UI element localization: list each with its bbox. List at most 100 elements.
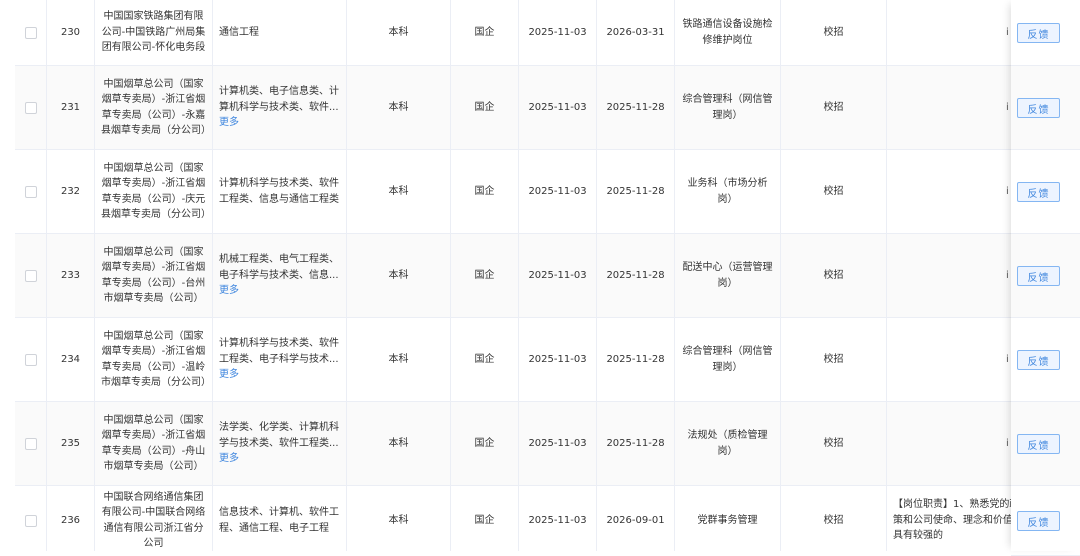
cell-checkbox bbox=[15, 486, 47, 551]
cell-education: 本科 bbox=[347, 402, 451, 485]
index-text: 230 bbox=[60, 26, 81, 38]
feedback-button[interactable]: 反馈 bbox=[1017, 98, 1060, 118]
cell-company: 中国联合网络通信集团有限公司-中国联合网络通信有限公司浙江省分公司 bbox=[95, 486, 213, 551]
table-row: 234 中国烟草总公司（国家烟草专卖局）-浙江省烟草专卖局（公司）-温岭市烟草专卖… bbox=[15, 318, 1080, 402]
cell-checkbox bbox=[15, 234, 47, 317]
major-more-link[interactable]: 更多 bbox=[219, 285, 239, 296]
cell-company-type: 国企 bbox=[451, 402, 519, 485]
position-text: 配送中心（运营管理岗） bbox=[682, 262, 773, 289]
action-cell: 反馈 bbox=[1011, 402, 1080, 486]
cell-deadline: 2025-11-28 bbox=[597, 402, 675, 485]
cell-major: 通信工程 bbox=[213, 0, 347, 65]
row-select-checkbox[interactable] bbox=[24, 185, 37, 198]
cell-major: 计算机类、电子信息类、计算机科学与技术类、软件... 更多 bbox=[213, 66, 347, 149]
cell-education: 本科 bbox=[347, 486, 451, 551]
cell-company-type: 国企 bbox=[451, 0, 519, 65]
cell-position: 综合管理科（网信管理岗） bbox=[675, 318, 781, 401]
major-more-link[interactable]: 更多 bbox=[219, 369, 239, 380]
company-type-text: 国企 bbox=[474, 26, 495, 38]
truncated-cell-edge: i bbox=[1006, 27, 1009, 38]
deadline-text: 2025-11-28 bbox=[606, 185, 665, 197]
action-cell: 反馈 bbox=[1011, 318, 1080, 402]
cell-deadline: 2026-09-01 bbox=[597, 486, 675, 551]
major-more-link[interactable]: 更多 bbox=[219, 117, 239, 128]
cell-publish-date: 2025-11-03 bbox=[519, 66, 597, 149]
company-text: 中国国家铁路集团有限公司-中国铁路广州局集团有限公司-怀化电务段 bbox=[101, 11, 206, 54]
education-text: 本科 bbox=[388, 185, 409, 197]
education-text: 本科 bbox=[388, 269, 409, 281]
cell-position: 配送中心（运营管理岗） bbox=[675, 234, 781, 317]
truncated-cell-edge: i bbox=[1006, 102, 1009, 113]
cell-index: 236 bbox=[47, 486, 95, 551]
feedback-button[interactable]: 反馈 bbox=[1017, 434, 1060, 454]
deadline-text: 2026-09-01 bbox=[606, 514, 665, 526]
row-select-checkbox[interactable] bbox=[24, 353, 37, 366]
major-text: 计算机科学与技术类、软件工程类、电子科学与技术... bbox=[219, 338, 339, 365]
position-text: 党群事务管理 bbox=[697, 514, 758, 526]
position-text: 综合管理科（网信管理岗） bbox=[682, 94, 773, 121]
action-cell: 反馈 bbox=[1011, 0, 1080, 66]
company-text: 中国烟草总公司（国家烟草专卖局）-浙江省烟草专卖局（公司）-温岭市烟草专卖局（分… bbox=[101, 330, 211, 389]
index-text: 234 bbox=[60, 353, 81, 365]
cell-major: 计算机科学与技术类、软件工程类、信息与通信工程类 bbox=[213, 150, 347, 233]
cell-recruit-type: 校招 bbox=[781, 402, 887, 485]
company-text: 中国联合网络通信集团有限公司-中国联合网络通信有限公司浙江省分公司 bbox=[101, 491, 206, 550]
cell-company: 中国烟草总公司（国家烟草专卖局）-浙江省烟草专卖局（公司）-温岭市烟草专卖局（分… bbox=[95, 318, 213, 401]
cell-education: 本科 bbox=[347, 66, 451, 149]
position-text: 法规处（质检管理岗） bbox=[687, 430, 768, 457]
cell-recruit-type: 校招 bbox=[781, 0, 887, 65]
cell-deadline: 2025-11-28 bbox=[597, 66, 675, 149]
job-table: 230 中国国家铁路集团有限公司-中国铁路广州局集团有限公司-怀化电务段 通信工程本… bbox=[0, 0, 1080, 551]
feedback-button[interactable]: 反馈 bbox=[1017, 23, 1060, 43]
company-text: 中国烟草总公司（国家烟草专卖局）-浙江省烟草专卖局（公司）-台州市烟草专卖局（公… bbox=[101, 246, 206, 305]
row-select-checkbox[interactable] bbox=[24, 269, 37, 282]
cell-company-type: 国企 bbox=[451, 486, 519, 551]
row-select-checkbox[interactable] bbox=[24, 101, 37, 114]
row-select-checkbox[interactable] bbox=[24, 514, 37, 527]
cell-position: 综合管理科（网信管理岗） bbox=[675, 66, 781, 149]
cell-checkbox bbox=[15, 318, 47, 401]
cell-index: 234 bbox=[47, 318, 95, 401]
major-more-link[interactable]: 更多 bbox=[219, 453, 239, 464]
index-text: 232 bbox=[60, 185, 81, 197]
recruit-type-text: 校招 bbox=[823, 101, 844, 113]
feedback-button[interactable]: 反馈 bbox=[1017, 266, 1060, 286]
truncated-cell-edge: i bbox=[1006, 186, 1009, 197]
cell-index: 230 bbox=[47, 0, 95, 65]
cell-education: 本科 bbox=[347, 0, 451, 65]
cell-checkbox bbox=[15, 66, 47, 149]
major-text: 计算机类、电子信息类、计算机科学与技术类、软件... bbox=[219, 86, 339, 113]
row-select-checkbox[interactable] bbox=[24, 26, 37, 39]
publish-date-text: 2025-11-03 bbox=[528, 353, 587, 365]
row-select-checkbox[interactable] bbox=[24, 437, 37, 450]
cell-publish-date: 2025-11-03 bbox=[519, 318, 597, 401]
publish-date-text: 2025-11-03 bbox=[528, 437, 587, 449]
deadline-text: 2025-11-28 bbox=[606, 101, 665, 113]
cell-position: 铁路通信设备设施检修维护岗位 bbox=[675, 0, 781, 65]
cell-recruit-type: 校招 bbox=[781, 318, 887, 401]
deadline-text: 2025-11-28 bbox=[606, 353, 665, 365]
index-text: 235 bbox=[60, 437, 81, 449]
action-cell: 反馈 bbox=[1011, 234, 1080, 318]
cell-deadline: 2025-11-28 bbox=[597, 318, 675, 401]
table-row: 230 中国国家铁路集团有限公司-中国铁路广州局集团有限公司-怀化电务段 通信工程 本… bbox=[15, 0, 1080, 66]
cell-publish-date: 2025-11-03 bbox=[519, 486, 597, 551]
position-text: 业务科（市场分析岗） bbox=[687, 178, 768, 205]
feedback-button[interactable]: 反馈 bbox=[1017, 182, 1060, 202]
cell-index: 232 bbox=[47, 150, 95, 233]
truncated-cell-edge: i bbox=[1006, 270, 1009, 281]
company-type-text: 国企 bbox=[474, 101, 495, 113]
company-type-text: 国企 bbox=[474, 514, 495, 526]
education-text: 本科 bbox=[388, 514, 409, 526]
cell-deadline: 2026-03-31 bbox=[597, 0, 675, 65]
index-text: 231 bbox=[60, 101, 81, 113]
cell-position: 法规处（质检管理岗） bbox=[675, 402, 781, 485]
action-cell: 反馈 bbox=[1011, 486, 1080, 556]
recruit-type-text: 校招 bbox=[823, 185, 844, 197]
feedback-button[interactable]: 反馈 bbox=[1017, 511, 1060, 531]
feedback-button[interactable]: 反馈 bbox=[1017, 350, 1060, 370]
table-row: 232 中国烟草总公司（国家烟草专卖局）-浙江省烟草专卖局（公司）-庆元县烟草专卖… bbox=[15, 150, 1080, 234]
education-text: 本科 bbox=[388, 437, 409, 449]
company-text: 中国烟草总公司（国家烟草专卖局）-浙江省烟草专卖局（公司）-舟山市烟草专卖局（公… bbox=[101, 414, 206, 473]
truncated-cell-edge: i bbox=[1006, 354, 1009, 365]
